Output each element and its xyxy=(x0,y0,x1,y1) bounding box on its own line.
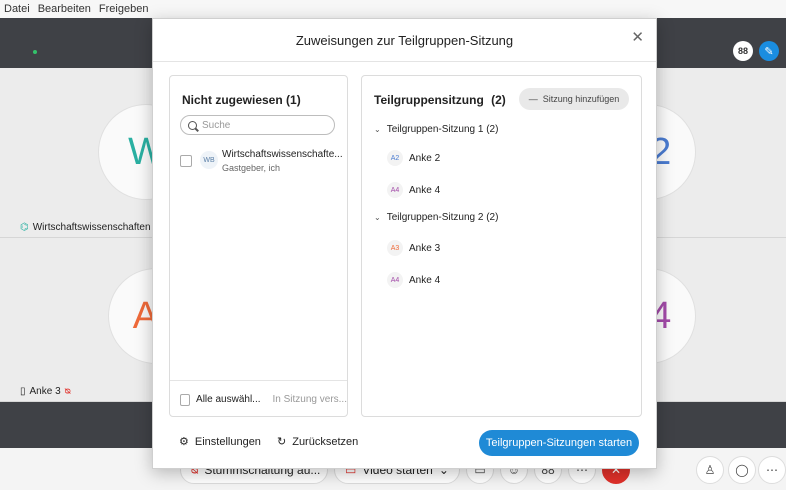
user-avatar: WB xyxy=(200,151,218,169)
breakout-assignment-dialog: Zuweisungen zur Teilgruppen-Sitzung ✕ Ni… xyxy=(152,18,657,469)
menu-datei[interactable]: Datei xyxy=(4,3,30,15)
session-2-member-1[interactable]: A3 Anke 3 xyxy=(387,240,440,256)
chevron-down-icon: ⌄ xyxy=(374,213,381,222)
move-to-session-button[interactable]: In Sitzung vers... xyxy=(273,394,347,405)
sessions-count: (2) xyxy=(491,93,506,107)
unassigned-heading: Nicht zugewiesen (1) xyxy=(182,93,301,107)
sessions-heading: Teilgruppensitzung (2) xyxy=(374,93,506,107)
member-name: Anke 3 xyxy=(409,242,441,254)
device-icon: ▯ xyxy=(20,386,26,397)
search-input[interactable]: Suche xyxy=(180,115,335,135)
select-all-label[interactable]: Alle auswähl... xyxy=(196,394,260,405)
member-name: Anke 4 xyxy=(409,184,441,196)
tile-label-host: ⌬ Wirtschaftswissenschaften bbw xyxy=(20,222,172,233)
session-1-member-2[interactable]: A4 Anke 4 xyxy=(387,182,440,198)
dialog-divider xyxy=(153,61,656,62)
session-2-header[interactable]: ⌄ Teilgruppen-Sitzung 2 (2) xyxy=(374,212,498,223)
tile-label-anke3: ▯ Anke 3 ᴓ xyxy=(20,386,71,397)
more-options-icon[interactable]: ⋯ xyxy=(758,456,786,484)
add-session-button[interactable]: — Sitzung hinzufügen xyxy=(519,88,629,110)
session-2-member-2[interactable]: A4 Anke 4 xyxy=(387,272,440,288)
sessions-heading-text: Teilgruppensitzung xyxy=(374,93,484,107)
close-icon[interactable]: ✕ xyxy=(631,28,644,46)
add-session-label: Sitzung hinzufügen xyxy=(542,94,620,104)
member-name: Anke 4 xyxy=(409,274,441,286)
grid-view-icon[interactable]: 88 xyxy=(733,41,753,61)
start-sessions-button[interactable]: Teilgruppen-Sitzungen starten xyxy=(479,430,639,456)
settings-button[interactable]: ⚙ Einstellungen xyxy=(179,435,261,449)
settings-label: Einstellungen xyxy=(194,435,261,448)
reset-button[interactable]: ↻ Zurücksetzen xyxy=(277,435,359,449)
gear-icon: ⚙ xyxy=(179,436,189,448)
layout-icon[interactable]: ✎ xyxy=(759,41,779,61)
dialog-title: Zuweisungen zur Teilgruppen-Sitzung xyxy=(295,33,514,48)
user-name: Wirtschaftswissenschafte... xyxy=(222,149,343,160)
session-1-name: Teilgruppen-Sitzung 1 (2) xyxy=(386,124,499,135)
menu-bearbeiten[interactable]: Bearbeiten xyxy=(38,3,91,15)
unassigned-panel: Nicht zugewiesen (1) Suche WB Wirtschaft… xyxy=(169,75,348,417)
search-icon xyxy=(188,120,197,130)
connection-indicator xyxy=(33,50,37,54)
member-avatar: A2 xyxy=(387,150,403,166)
menu-freigeben[interactable]: Freigeben xyxy=(99,3,149,15)
session-1-member-1[interactable]: A2 Anke 2 xyxy=(387,150,440,166)
muted-mic-icon: ᴓ xyxy=(64,386,71,397)
user-role: Gastgeber, ich xyxy=(222,163,281,173)
chevron-down-icon: ⌄ xyxy=(374,125,381,134)
tile-label-anke3-text: Anke 3 xyxy=(29,386,61,397)
dialog-footer: ⚙ Einstellungen ↻ Zurücksetzen Teilgrupp… xyxy=(153,423,656,470)
menu-bar: Datei Bearbeiten Freigeben xyxy=(0,0,786,18)
sessions-panel: Teilgruppensitzung (2) — Sitzung hinzufü… xyxy=(361,75,642,417)
reset-label: Zurücksetzen xyxy=(292,435,359,448)
member-avatar: A3 xyxy=(387,240,403,256)
member-avatar: A4 xyxy=(387,272,403,288)
participants-icon[interactable]: ♙ xyxy=(696,456,724,484)
unassigned-user-row[interactable]: WB Wirtschaftswissenschafte... Gastgeber… xyxy=(180,146,343,176)
unassigned-footer: Alle auswähl... In Sitzung vers... xyxy=(170,380,347,418)
search-placeholder: Suche xyxy=(202,119,231,131)
member-name: Anke 2 xyxy=(409,152,441,164)
host-icon: ⌬ xyxy=(20,222,29,233)
member-avatar: A4 xyxy=(387,182,403,198)
minus-icon: — xyxy=(528,94,538,104)
tile-label-host-text: Wirtschaftswissenschaften bbw xyxy=(32,222,172,233)
session-1-header[interactable]: ⌄ Teilgruppen-Sitzung 1 (2) xyxy=(374,124,498,135)
session-2-name: Teilgruppen-Sitzung 2 (2) xyxy=(386,212,499,223)
reset-icon: ↻ xyxy=(277,436,287,448)
chat-icon[interactable]: ◯ xyxy=(728,456,756,484)
select-all-checkbox[interactable] xyxy=(180,393,191,406)
user-checkbox[interactable] xyxy=(180,155,192,167)
